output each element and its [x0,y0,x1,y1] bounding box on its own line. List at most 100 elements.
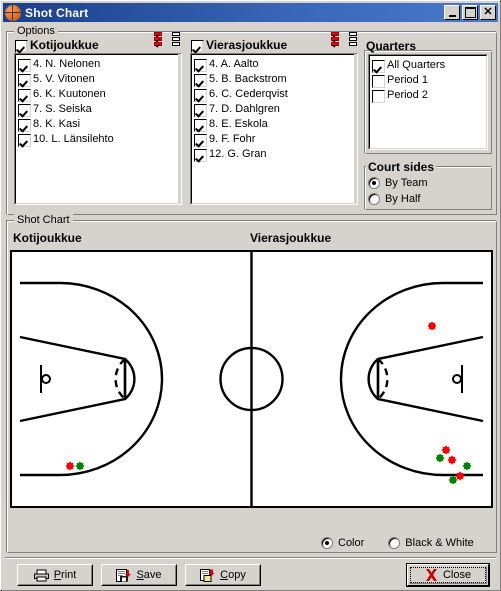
court-sides-label: Court sides [366,160,437,174]
shot-marker-missed-0 [65,461,75,471]
maximize-button[interactable] [462,5,478,20]
away-check-all-button[interactable] [330,32,342,48]
away-list-scrollbar[interactable] [354,54,357,204]
quarter-item-1[interactable]: Period 1 [372,73,484,88]
color-mode-option-label-0: Color [338,537,365,549]
home-check-all-button[interactable] [153,32,165,48]
home-player-3[interactable]: 7. S. Seiska [18,102,175,117]
away-player-label-4: 8. E. Eskola [209,118,268,130]
away-player-label-0: 4. A. Aalto [209,58,259,70]
court-sides-option-radio-0[interactable] [368,177,380,189]
left-rim [41,374,51,384]
home-player-5[interactable]: 10. L. Länsilehto [18,132,175,147]
printer-icon [33,569,49,581]
color-mode-option-radio-1[interactable] [388,537,401,549]
shot-markers [65,321,472,485]
minimize-button[interactable] [444,5,460,20]
court-diagram[interactable] [10,250,493,508]
away-player-label-2: 6. C. Cederqvist [209,88,288,100]
home-player-label-4: 8. K. Kasi [33,118,81,130]
print-mnemonic: P [53,569,62,581]
right-free-throw-circle-solid [367,358,379,400]
home-team-select-buttons [153,32,183,48]
quarters-label: Quarters [366,39,417,53]
away-team-checkbox[interactable] [191,39,204,53]
quarters-list[interactable]: All Quarters Period 1 Period 2 [368,54,488,150]
away-player-1[interactable]: 5. B. Backstrom [194,72,351,87]
shot-marker-missed-3 [447,455,457,465]
home-team-player-list[interactable]: 4. N. Nelonen 5. V. Vitonen 6. K. Kuutonen… [14,53,182,205]
home-list-scrollbar[interactable] [178,54,181,204]
shot-marker-missed-1 [427,321,437,331]
home-player-checkbox-2[interactable] [18,88,31,102]
home-player-checkbox-0[interactable] [18,58,31,72]
court-home-header: Kotijoukkue [13,231,82,245]
home-player-checkbox-5[interactable] [18,133,31,147]
close-button-label: Close [442,569,472,581]
save-mnemonic: S [136,569,144,581]
away-player-6[interactable]: 12. G. Gran [194,147,351,162]
left-key [19,335,127,423]
away-player-label-3: 7. D. Dahlgren [209,103,280,115]
options-group-label: Options [14,25,58,37]
away-player-checkbox-3[interactable] [194,103,207,117]
quarter-item-checkbox-2[interactable] [372,89,385,103]
away-player-checkbox-1[interactable] [194,73,207,87]
away-player-3[interactable]: 7. D. Dahlgren [194,102,351,117]
away-player-label-5: 9. F. Fohr [209,133,256,145]
window-title: Shot Chart [25,5,89,20]
away-player-2[interactable]: 6. C. Cederqvist [194,87,351,102]
quarter-item-label-2: Period 2 [387,89,428,101]
away-uncheck-all-button[interactable] [348,32,360,48]
home-player-4[interactable]: 8. K. Kasi [18,117,175,132]
color-mode-option-1[interactable]: Black & White [388,535,474,551]
quarter-item-label-1: Period 1 [387,74,428,86]
close-button[interactable]: Close [406,563,490,587]
court-sides-option-0[interactable]: By Team [368,175,488,191]
copy-button[interactable]: Copy [185,564,261,586]
home-team-label: Kotijoukkue [30,38,99,52]
home-team-checkbox[interactable] [15,39,28,53]
away-player-5[interactable]: 9. F. Fohr [194,132,351,147]
court-sides-option-1[interactable]: By Half [368,191,488,207]
away-player-checkbox-2[interactable] [194,88,207,102]
away-player-0[interactable]: 4. A. Aalto [194,57,351,72]
away-player-checkbox-4[interactable] [194,118,207,132]
home-player-0[interactable]: 4. N. Nelonen [18,57,175,72]
save-button[interactable]: Save [101,564,177,586]
shot-marker-missed-2 [441,445,451,455]
court-sides-option-label-0: By Team [385,177,428,189]
shot-marker-made-1 [435,453,445,463]
away-player-4[interactable]: 8. E. Eskola [194,117,351,132]
home-player-checkbox-4[interactable] [18,118,31,132]
left-free-throw-circle-solid [124,358,136,400]
away-player-checkbox-5[interactable] [194,133,207,147]
quarter-item-checkbox-0[interactable] [372,59,385,73]
home-player-label-2: 6. K. Kuutonen [33,88,106,100]
home-player-2[interactable]: 6. K. Kuutonen [18,87,175,102]
color-mode-option-0[interactable]: Color [321,535,364,551]
shot-marker-made-0 [75,461,85,471]
quarter-item-0[interactable]: All Quarters [372,58,484,73]
close-window-button[interactable]: ✕ [480,5,496,20]
quarter-item-checkbox-1[interactable] [372,74,385,88]
home-player-1[interactable]: 5. V. Vitonen [18,72,175,87]
court-away-header: Vierasjoukkue [250,231,332,245]
home-player-checkbox-3[interactable] [18,103,31,117]
home-uncheck-all-button[interactable] [171,32,183,48]
color-mode-option-radio-0[interactable] [321,537,333,549]
print-button[interactable]: Print [17,564,93,586]
shot-marker-made-2 [462,461,472,471]
away-player-checkbox-6[interactable] [194,148,207,162]
home-player-checkbox-1[interactable] [18,73,31,87]
home-player-label-5: 10. L. Länsilehto [33,133,114,145]
title-bar[interactable]: Shot Chart ✕ [3,3,498,22]
copy-label-rest: opy [228,569,246,581]
court-sides-option-radio-1[interactable] [368,193,380,205]
away-team-player-list[interactable]: 4. A. Aalto 5. B. Backstrom 6. C. Cederqvi… [190,53,358,205]
court-sides-option-label-1: By Half [385,193,421,205]
quarter-item-2[interactable]: Period 2 [372,88,484,103]
shot-chart-group-label: Shot Chart [14,214,73,226]
print-label-rest: rint [61,569,77,581]
away-player-checkbox-0[interactable] [194,58,207,72]
